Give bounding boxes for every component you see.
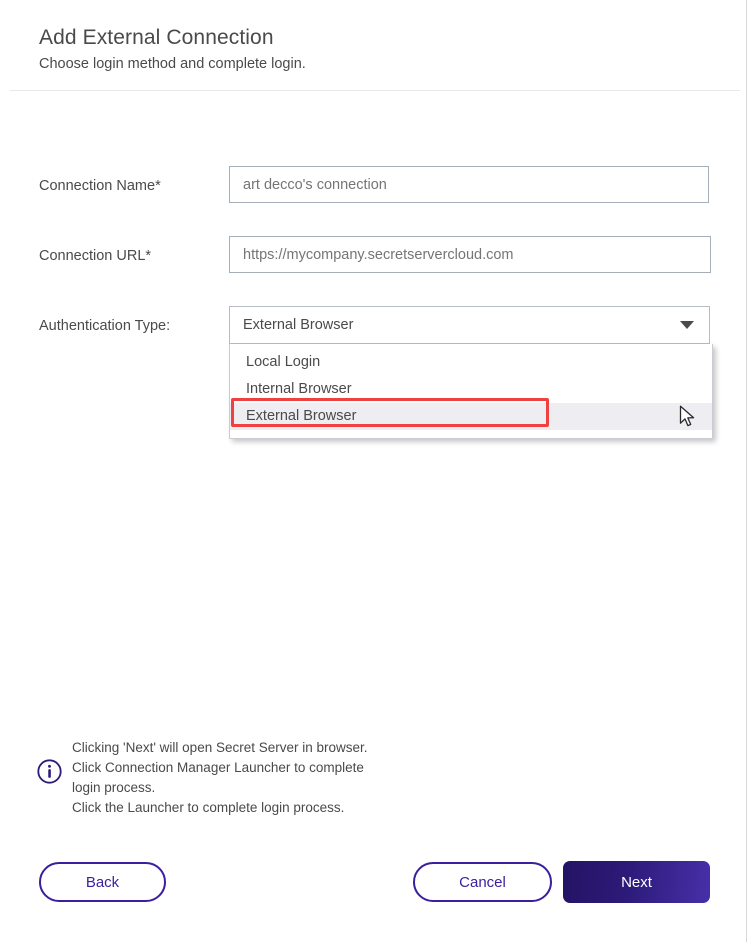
chevron-down-icon xyxy=(680,321,694,329)
info-note-line-3: login process. xyxy=(72,780,156,795)
info-note-line-1: Clicking 'Next' will open Secret Server … xyxy=(72,740,368,755)
next-button[interactable]: Next xyxy=(563,861,710,903)
cancel-button[interactable]: Cancel xyxy=(413,862,552,902)
add-external-connection-dialog: Add External Connection Choose login met… xyxy=(0,0,747,942)
dropdown-option-internal-browser[interactable]: Internal Browser xyxy=(230,376,712,403)
page-title: Add External Connection xyxy=(39,26,274,49)
back-button[interactable]: Back xyxy=(39,862,166,902)
page-subtitle: Choose login method and complete login. xyxy=(39,56,306,72)
dropdown-option-external-browser[interactable]: External Browser xyxy=(230,403,712,430)
info-note-line-4: Click the Launcher to complete login pro… xyxy=(72,800,345,815)
header-divider xyxy=(10,90,740,91)
authentication-type-selected-value: External Browser xyxy=(243,317,354,333)
dropdown-option-local-login[interactable]: Local Login xyxy=(230,349,712,376)
mouse-cursor-icon xyxy=(679,405,695,427)
authentication-type-label: Authentication Type: xyxy=(39,318,171,334)
authentication-type-dropdown-list: Local Login Internal Browser External Br… xyxy=(229,344,713,439)
connection-name-label: Connection Name* xyxy=(39,178,161,194)
connection-url-label: Connection URL* xyxy=(39,248,152,264)
info-note-text: Clicking 'Next' will open Secret Server … xyxy=(72,738,432,818)
info-note-line-2: Click Connection Manager Launcher to com… xyxy=(72,760,364,775)
info-circle-icon xyxy=(37,759,62,784)
connection-url-input[interactable] xyxy=(229,236,711,273)
connection-name-input[interactable] xyxy=(229,166,709,203)
authentication-type-select[interactable]: External Browser xyxy=(229,306,710,344)
